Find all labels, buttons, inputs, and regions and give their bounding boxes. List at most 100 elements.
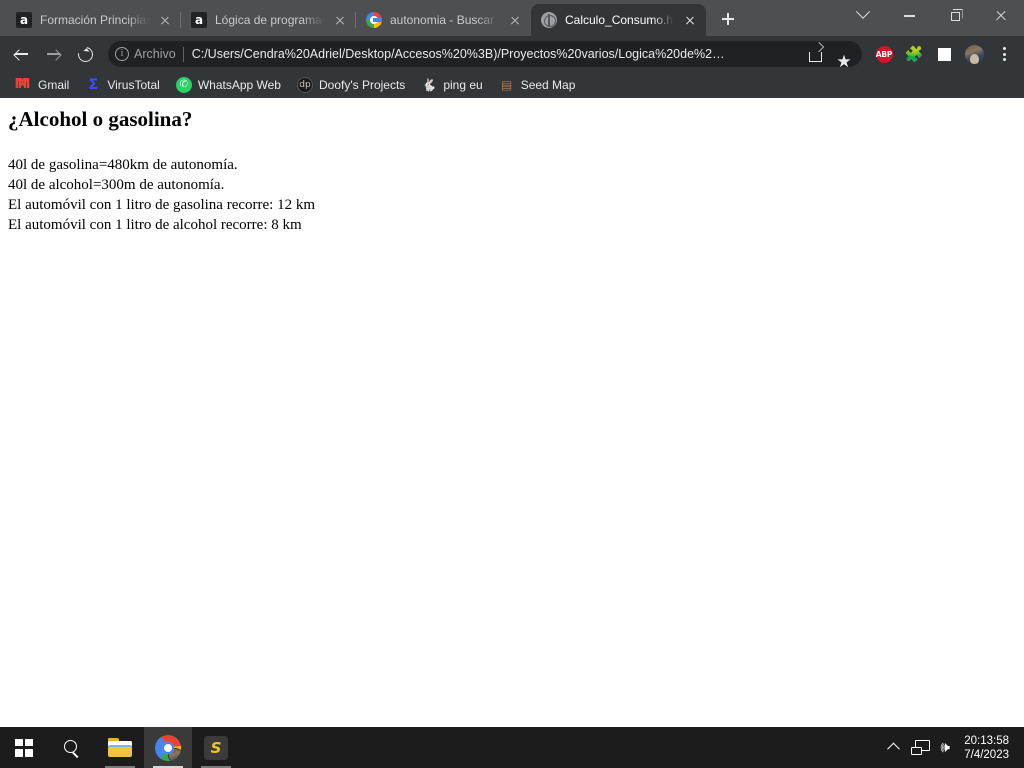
close-icon — [995, 10, 1007, 22]
globe-icon — [541, 12, 557, 28]
tab-title: Formación Principiante — [40, 13, 149, 27]
minimize-icon — [903, 15, 915, 17]
virustotal-icon: Σ — [88, 77, 99, 93]
bookmark-gmail[interactable]: M Gmail — [8, 74, 77, 96]
close-window-button[interactable] — [978, 0, 1024, 32]
arrow-right-icon — [46, 47, 61, 62]
page-output-text: 40l de gasolina=480km de autonomía. 40l … — [8, 155, 1024, 235]
seedmap-icon: ▤ — [501, 78, 513, 92]
bookmark-label: VirusTotal — [107, 78, 160, 92]
back-button[interactable] — [6, 39, 36, 69]
bookmark-ping-eu[interactable]: 🐇 ping eu — [413, 74, 490, 96]
alura-a-icon: a — [191, 12, 207, 28]
taskbar-file-explorer[interactable] — [96, 727, 144, 768]
doofy-icon: dp — [296, 77, 313, 93]
output-line-gasolina-por-litro: El automóvil con 1 litro de gasolina rec… — [8, 197, 316, 214]
page-viewport: ¿Alcohol o gasolina? 40l de gasolina=480… — [0, 98, 1024, 727]
bookmark-seed-map[interactable]: ▤ Seed Map — [491, 74, 584, 96]
clock-time: 20:13:58 — [964, 734, 1009, 747]
maximize-button[interactable] — [932, 0, 978, 32]
site-info-button[interactable]: i — [110, 42, 134, 66]
clock-date: 7/4/2023 — [964, 748, 1009, 761]
info-icon: i — [115, 47, 129, 61]
bookmarks-bar: M Gmail Σ VirusTotal ✆ WhatsApp Web dp D… — [0, 72, 1024, 98]
address-bar[interactable]: i Archivo C:/Users/Cendra%20Adriel/Deskt… — [108, 40, 862, 71]
output-line-alcohol-por-litro: El automóvil con 1 litro de alcohol reco… — [8, 217, 302, 234]
bookmark-label: Gmail — [38, 78, 70, 92]
bookmark-virustotal[interactable]: Σ VirusTotal — [77, 74, 167, 96]
network-icon — [910, 740, 930, 755]
reload-icon — [74, 43, 96, 65]
url-text[interactable]: C:/Users/Cendra%20Adriel/Desktop/Accesos… — [184, 47, 802, 61]
restore-icon — [950, 11, 960, 21]
arrow-left-icon — [14, 47, 29, 62]
output-line-gasolina-autonomia: 40l de gasolina=480km de autonomía. — [8, 157, 238, 174]
tab-calculo-consumo[interactable]: Calculo_Consumo.htm — [531, 4, 706, 36]
close-icon[interactable] — [682, 12, 698, 28]
bookmark-doofys-projects[interactable]: dp Doofy's Projects — [289, 74, 413, 96]
tab-formacion-principiante[interactable]: a Formación Principiante — [6, 4, 181, 36]
new-tab-button[interactable] — [714, 5, 742, 33]
show-hidden-icons-button[interactable] — [880, 727, 906, 768]
page-content: ¿Alcohol o gasolina? 40l de gasolina=480… — [0, 107, 1024, 235]
close-icon[interactable] — [332, 12, 348, 28]
reload-button[interactable] — [70, 39, 100, 69]
windows-logo-icon — [15, 738, 33, 757]
taskbar-search-button[interactable] — [48, 727, 96, 768]
kebab-menu-icon — [1002, 47, 1006, 61]
share-icon — [808, 47, 824, 62]
network-button[interactable] — [906, 727, 932, 768]
bookmark-label: ping eu — [443, 78, 483, 92]
tab-autonomia-buscar[interactable]: autonomia - Buscar con — [356, 4, 531, 36]
avatar — [964, 44, 984, 64]
tab-logica-de-programacion[interactable]: a Lógica de programación — [181, 4, 356, 36]
sublime-text-icon: S — [204, 735, 228, 760]
tab-title: Calculo_Consumo.htm — [565, 13, 674, 27]
alura-a-icon: a — [16, 12, 32, 28]
square-icon — [937, 47, 951, 61]
bookmark-label: WhatsApp Web — [197, 78, 281, 92]
minimize-button[interactable] — [886, 0, 932, 32]
puzzle-icon: 🧩 — [904, 44, 924, 63]
system-tray: 🕪 20:13:58 7/4/2023 — [880, 727, 1024, 768]
rabbit-icon: 🐇 — [421, 78, 437, 92]
folder-icon — [108, 738, 132, 757]
adblock-plus-button[interactable]: ABP — [870, 40, 898, 68]
extensions-button[interactable]: 🧩 — [900, 40, 928, 68]
reading-list-button[interactable] — [930, 40, 958, 68]
clock[interactable]: 20:13:58 7/4/2023 — [958, 734, 1019, 762]
close-icon[interactable] — [507, 12, 523, 28]
tab-search-button[interactable] — [840, 0, 886, 32]
share-button[interactable] — [802, 40, 830, 68]
tab-strip: a Formación Principiante a Lógica de pro… — [0, 0, 1024, 36]
bookmark-whatsapp-web[interactable]: ✆ WhatsApp Web — [168, 74, 289, 96]
chrome-icon — [155, 734, 181, 761]
google-icon — [366, 12, 382, 28]
chevron-down-icon — [855, 4, 871, 19]
show-desktop-button[interactable] — [1019, 727, 1022, 768]
gmail-icon: M — [17, 77, 31, 92]
forward-button[interactable] — [38, 39, 68, 69]
taskbar-items: S — [0, 727, 240, 768]
close-icon[interactable] — [157, 12, 173, 28]
tab-title: Lógica de programación — [215, 13, 324, 27]
search-icon — [63, 739, 81, 757]
url-scheme-label: Archivo — [134, 47, 176, 61]
bookmark-label: Doofy's Projects — [318, 78, 406, 92]
chevron-up-icon — [886, 742, 900, 756]
taskbar-google-chrome[interactable] — [144, 727, 192, 768]
chrome-menu-button[interactable] — [990, 40, 1018, 68]
window-controls — [840, 0, 1024, 36]
abp-icon: ABP — [875, 45, 893, 63]
profile-button[interactable] — [960, 40, 988, 68]
bookmark-label: Seed Map — [520, 78, 576, 92]
volume-button[interactable]: 🕪 — [932, 727, 958, 768]
whatsapp-icon: ✆ — [175, 77, 192, 93]
tab-title: autonomia - Buscar con — [390, 13, 499, 27]
volume-icon: 🕪 — [940, 738, 950, 756]
taskbar-sublime-text[interactable]: S — [192, 727, 240, 768]
start-button[interactable] — [0, 727, 48, 768]
page-title: ¿Alcohol o gasolina? — [8, 107, 193, 131]
bookmark-button[interactable]: ★ — [830, 40, 858, 71]
browser-window: a Formación Principiante a Lógica de pro… — [0, 0, 1024, 727]
